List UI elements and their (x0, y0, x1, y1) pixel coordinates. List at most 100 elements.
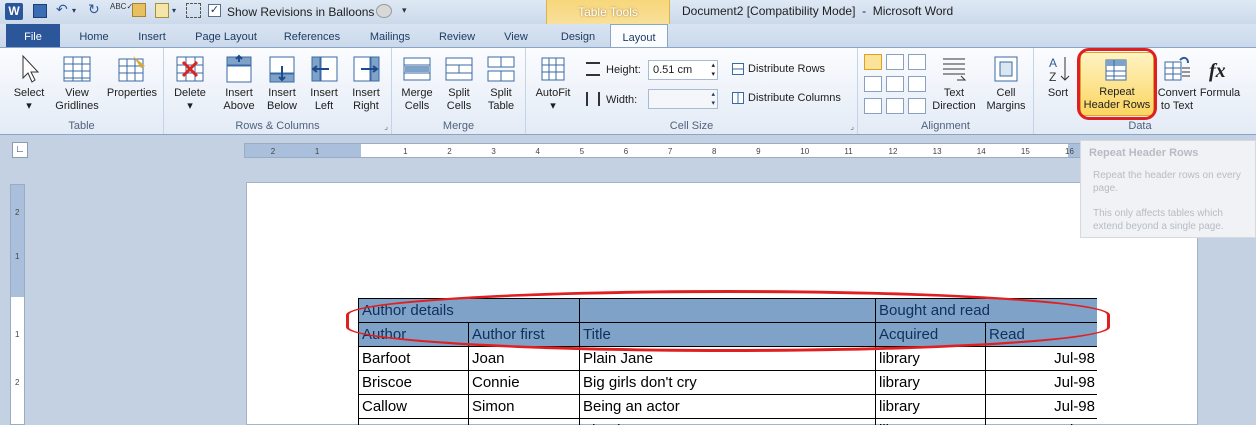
tab-references[interactable]: References (272, 24, 352, 48)
align-middle-center-icon[interactable] (886, 76, 904, 92)
ruler-number: 5 (579, 147, 585, 156)
data-group-label: Data (1128, 120, 1152, 132)
vertical-ruler-margin (11, 185, 24, 297)
distribute-rows-button[interactable]: Distribute Rows (732, 63, 825, 76)
width-spinner-icon[interactable]: ▴ ▾ (711, 90, 715, 108)
save-icon[interactable] (33, 4, 47, 18)
track-changes-icon[interactable] (155, 3, 169, 18)
table-cell[interactable]: Jul-98 (986, 419, 1097, 425)
align-top-left-icon[interactable] (864, 54, 882, 70)
tab-selector-icon[interactable]: ∟ (12, 142, 28, 158)
convert-to-text-button[interactable]: Convert to Text (1156, 54, 1198, 113)
ruler-number: 8 (712, 147, 717, 156)
ruler-number: 16 (1065, 147, 1074, 156)
align-top-center-icon[interactable] (886, 54, 904, 70)
ruler-number: 11 (844, 147, 853, 156)
split-table-button[interactable]: Split Table (480, 54, 522, 113)
table-cell[interactable]: Barfoot (359, 347, 469, 371)
cell-margins-button[interactable]: Cell Margins (980, 54, 1032, 113)
insert-left-button[interactable]: Insert Left (304, 54, 344, 113)
repeat-header-rows-tooltip: Repeat Header Rows Repeat the header row… (1080, 140, 1256, 238)
horizontal-ruler[interactable] (244, 143, 1198, 158)
table-cell[interactable]: library (876, 371, 986, 395)
spelling-icon[interactable]: ABC✓ (110, 2, 133, 11)
ruler-number: 2 (447, 147, 452, 156)
format-painter-icon[interactable] (132, 3, 146, 17)
height-input[interactable]: 0.51 cm ▴ ▾ (648, 60, 718, 80)
width-input[interactable]: ▴ ▾ (648, 89, 718, 109)
table-cell[interactable]: Ian (469, 419, 580, 425)
tab-review[interactable]: Review (428, 24, 486, 48)
align-middle-right-icon[interactable] (908, 76, 926, 92)
ruler-number: 1 (403, 147, 408, 156)
table-cell[interactable]: Jul-98 (986, 395, 1097, 419)
text-direction-button[interactable]: Text Direction (928, 54, 980, 113)
formula-fx-icon: fx (1209, 60, 1226, 82)
align-middle-left-icon[interactable] (864, 76, 882, 92)
height-spinner-icon[interactable]: ▴ ▾ (711, 61, 715, 79)
tooltip-line1b: page. (1093, 183, 1119, 194)
show-revisions-checkbox[interactable]: ✓ (208, 4, 221, 17)
word-app-icon[interactable]: W (5, 3, 23, 20)
redo-icon[interactable]: ↻ (88, 1, 100, 18)
rows-columns-launcher-icon[interactable]: ⌟ (384, 122, 388, 131)
align-top-right-icon[interactable] (908, 54, 926, 70)
undo-dropdown-icon[interactable]: ▾ (72, 6, 76, 15)
align-bottom-center-icon[interactable] (886, 98, 904, 114)
window-title: Document2 [Compatibility Mode] - Microso… (682, 4, 954, 18)
insert-right-button[interactable]: Insert Right (346, 54, 386, 113)
tab-mailings[interactable]: Mailings (358, 24, 422, 48)
view-gridlines-button[interactable]: View Gridlines (50, 54, 104, 113)
tab-insert[interactable]: Insert (124, 24, 180, 48)
table-tools-label: Table Tools (578, 5, 638, 19)
ruler-number: 9 (756, 147, 761, 156)
tab-file[interactable]: File (6, 24, 60, 48)
properties-button[interactable]: Properties (104, 54, 160, 100)
table-cell[interactable]: Big girls don't cry (580, 371, 876, 395)
table-cell[interactable]: Jul-98 (986, 371, 1097, 395)
select-button[interactable]: Select ▾ (8, 54, 50, 113)
delete-button[interactable]: Delete ▾ (168, 54, 212, 113)
balloon-icon[interactable] (376, 4, 392, 18)
table-cell[interactable]: Connie (469, 371, 580, 395)
distribute-columns-button[interactable]: Distribute Columns (732, 92, 841, 105)
tab-layout[interactable]: Layout (610, 24, 668, 49)
table-cell[interactable]: Being an actor (580, 395, 876, 419)
repeat-header-highlight-ring (1077, 48, 1157, 120)
table-cell[interactable]: library (876, 395, 986, 419)
print-layout-icon[interactable] (186, 3, 201, 18)
split-cells-button[interactable]: Split Cells (438, 54, 480, 113)
table-cell[interactable]: Floodgate (580, 419, 876, 425)
show-revisions-label[interactable]: Show Revisions in Balloons (227, 5, 374, 19)
table-cell[interactable]: Simon (469, 395, 580, 419)
rows-columns-group: Delete ▾ Insert Above Insert Below Insert Le… (164, 48, 392, 134)
table-cell[interactable]: Haynes (359, 419, 469, 425)
merge-cells-button[interactable]: Merge Cells (396, 54, 438, 113)
table-cell[interactable]: Callow (359, 395, 469, 419)
autofit-button[interactable]: AutoFit ▾ (530, 54, 576, 113)
insert-above-button[interactable]: Insert Above (218, 54, 260, 113)
table-cell[interactable]: Briscoe (359, 371, 469, 395)
customize-qat-icon[interactable]: ▾ (402, 5, 407, 16)
tab-home[interactable]: Home (66, 24, 122, 48)
qat-dropdown-icon[interactable]: ▾ (172, 6, 176, 15)
insert-below-button[interactable]: Insert Below (262, 54, 302, 113)
tab-page-layout[interactable]: Page Layout (184, 24, 268, 48)
tab-view[interactable]: View (490, 24, 542, 48)
table-cell[interactable]: library (876, 347, 986, 371)
tab-design[interactable]: Design (548, 24, 608, 48)
table-cell[interactable]: Jul-98 (986, 347, 1097, 371)
align-bottom-right-icon[interactable] (908, 98, 926, 114)
ruler-number: 15 (1020, 147, 1030, 156)
tooltip-title: Repeat Header Rows (1089, 147, 1199, 159)
table-cell[interactable]: Joan (469, 347, 580, 371)
cell-size-launcher-icon[interactable]: ⌟ (850, 122, 854, 131)
text-direction-icon (943, 58, 967, 81)
sort-button[interactable]: AZ Sort (1040, 54, 1076, 100)
align-bottom-left-icon[interactable] (864, 98, 882, 114)
table-cell[interactable]: library (876, 419, 986, 425)
undo-icon[interactable]: ↶ (56, 1, 68, 18)
table-group-label: Table (68, 120, 95, 132)
tooltip-line2b: extend beyond a single page. (1093, 221, 1224, 232)
formula-button[interactable]: fx Formula (1198, 54, 1242, 100)
